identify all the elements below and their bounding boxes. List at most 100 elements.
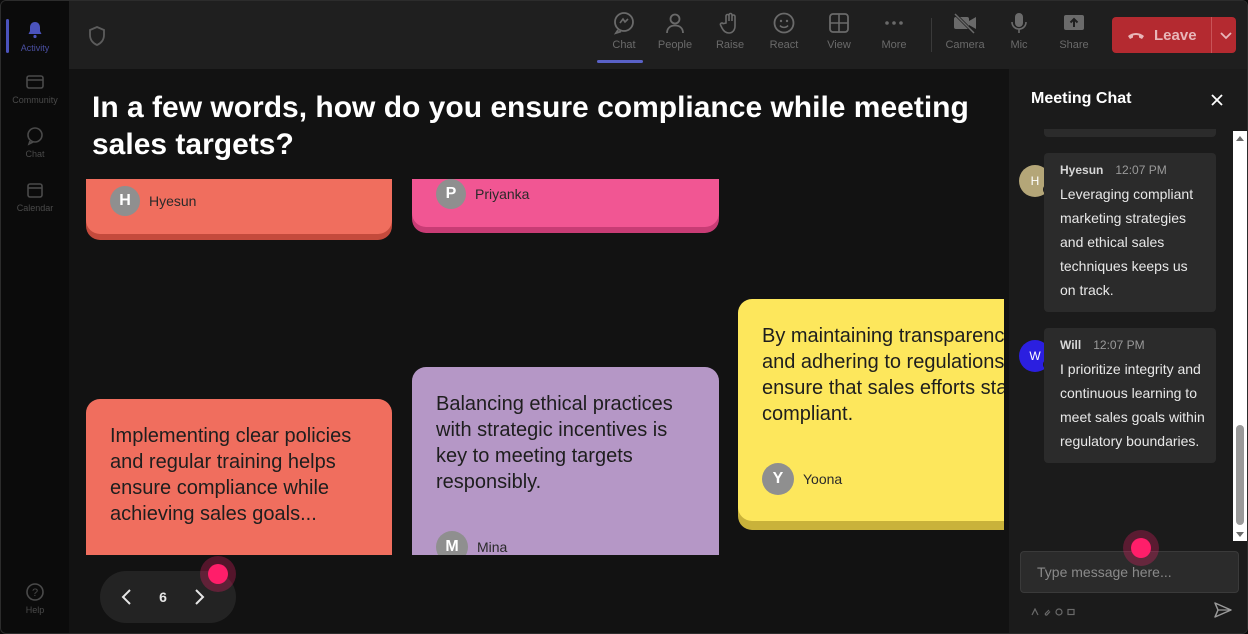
rail-item-community[interactable]: Community bbox=[1, 63, 69, 113]
toolbar-view-button[interactable]: View bbox=[812, 9, 866, 61]
answer-card[interactable]: Implementing clear policies and regular … bbox=[86, 399, 392, 555]
message-text: I prioritize integrity and continuous le… bbox=[1060, 361, 1205, 449]
rail-item-label: Activity bbox=[20, 43, 50, 53]
page-number: 6 bbox=[159, 589, 167, 605]
send-icon[interactable] bbox=[1213, 600, 1233, 620]
toolbar-label: Share bbox=[1059, 39, 1089, 51]
toolbar-mic-button[interactable]: Mic bbox=[992, 9, 1046, 61]
card-author: H Hyesun bbox=[110, 186, 196, 216]
chat-message: Will 12:07 PM I prioritize integrity and… bbox=[1044, 328, 1216, 463]
people-icon bbox=[662, 9, 688, 37]
rail-item-calendar[interactable]: Calendar bbox=[1, 171, 69, 221]
card-author: Y Yoona bbox=[762, 463, 842, 495]
left-rail: Activity Community Chat Calendar ? Help bbox=[1, 1, 69, 633]
emoji-icon[interactable] bbox=[1055, 603, 1063, 616]
meeting-window: Activity Community Chat Calendar ? Help bbox=[0, 0, 1248, 634]
grid-icon bbox=[826, 9, 852, 37]
hand-icon bbox=[717, 9, 743, 37]
toolbar-label: Mic bbox=[1010, 39, 1028, 51]
help-icon: ? bbox=[24, 581, 46, 603]
chevron-left-icon bbox=[121, 589, 131, 605]
message-time: 12:07 PM bbox=[1093, 338, 1145, 352]
calendar-icon bbox=[24, 179, 46, 201]
toolbar-chat-button[interactable]: Chat bbox=[597, 9, 651, 63]
leave-divider bbox=[1210, 17, 1212, 53]
chat-title: Meeting Chat bbox=[1031, 90, 1132, 107]
scroll-up-icon bbox=[1236, 136, 1244, 141]
card-text: Implementing clear policies and regular … bbox=[110, 425, 352, 525]
avatar: P bbox=[436, 179, 466, 209]
cursor-highlight bbox=[208, 564, 228, 584]
camera-off-icon bbox=[952, 9, 978, 37]
toolbar-react-button[interactable]: React bbox=[757, 9, 811, 61]
format-icon[interactable] bbox=[1031, 603, 1039, 616]
meeting-chat-panel: Meeting Chat H Hyesun 12:07 PM Leveragin… bbox=[1009, 69, 1247, 633]
leave-label: Leave bbox=[1154, 26, 1197, 44]
toolbar-label: React bbox=[769, 39, 799, 51]
rail-item-label: Community bbox=[12, 95, 58, 105]
toolbar-raise-button[interactable]: Raise bbox=[703, 9, 757, 61]
message-author: Hyesun bbox=[1060, 163, 1104, 177]
scrollbar-thumb[interactable] bbox=[1236, 425, 1244, 525]
leave-button[interactable]: Leave bbox=[1112, 17, 1236, 53]
bell-icon bbox=[24, 19, 46, 41]
message-meta: Hyesun 12:07 PM bbox=[1060, 163, 1206, 177]
card-author: M Mina bbox=[436, 531, 507, 555]
prev-page-button[interactable] bbox=[117, 587, 137, 607]
scroll-down-icon bbox=[1236, 532, 1244, 537]
gif-icon[interactable] bbox=[1067, 603, 1075, 616]
rail-item-chat[interactable]: Chat bbox=[1, 117, 69, 167]
smiley-icon bbox=[771, 9, 797, 37]
avatar: H bbox=[110, 186, 140, 216]
answer-card[interactable]: P Priyanka bbox=[412, 179, 719, 227]
shield-icon[interactable] bbox=[87, 25, 107, 47]
community-icon bbox=[24, 71, 46, 93]
rail-item-help[interactable]: ? Help bbox=[1, 573, 69, 623]
answer-card[interactable]: By maintaining transparency and adhering… bbox=[738, 299, 1004, 521]
avatar: M bbox=[436, 531, 468, 555]
next-page-button[interactable] bbox=[189, 587, 209, 607]
phone-hangup-icon bbox=[1126, 25, 1146, 45]
close-icon[interactable] bbox=[1208, 91, 1226, 109]
rail-item-label: Help bbox=[25, 605, 45, 615]
toolbar-label: Raise bbox=[715, 39, 745, 51]
attach-icon[interactable] bbox=[1043, 603, 1051, 616]
message-author: Will bbox=[1060, 338, 1082, 352]
chat-scrollbar[interactable] bbox=[1233, 131, 1247, 541]
chevron-down-icon[interactable] bbox=[1218, 27, 1234, 43]
rail-item-activity[interactable]: Activity bbox=[1, 11, 69, 61]
message-text: Leveraging compliant marketing strategie… bbox=[1060, 186, 1194, 298]
chat-message: Hyesun 12:07 PM Leveraging compliant mar… bbox=[1044, 153, 1216, 312]
answer-card[interactable]: Balancing ethical practices with strateg… bbox=[412, 367, 719, 555]
cursor-highlight bbox=[1131, 538, 1151, 558]
whiteboard-stage: In a few words, how do you ensure compli… bbox=[69, 69, 1009, 633]
toolbar-share-button[interactable]: Share bbox=[1047, 9, 1101, 61]
toolbar-label: People bbox=[657, 39, 693, 51]
toolbar-divider bbox=[931, 18, 932, 52]
message-meta: Will 12:07 PM bbox=[1060, 338, 1206, 352]
share-icon bbox=[1061, 9, 1087, 37]
toolbar-label: Camera bbox=[945, 39, 985, 51]
toolbar-more-button[interactable]: More bbox=[867, 9, 921, 61]
chat-message-input[interactable] bbox=[1020, 551, 1239, 593]
chat-messages: H Hyesun 12:07 PM Leveraging compliant m… bbox=[1009, 129, 1247, 543]
avatar: Y bbox=[762, 463, 794, 495]
author-name: Priyanka bbox=[475, 186, 530, 202]
card-text: By maintaining transparency and adhering… bbox=[762, 325, 1004, 425]
answer-board: H Hyesun P Priyanka By maintaining trans… bbox=[69, 179, 1004, 555]
answer-card[interactable]: H Hyesun bbox=[86, 179, 392, 234]
mic-icon bbox=[1006, 9, 1032, 37]
toolbar-label: More bbox=[881, 39, 907, 51]
meeting-toolbar: Chat People Raise React View More Camera… bbox=[69, 1, 1247, 69]
card-author: P Priyanka bbox=[436, 179, 529, 209]
format-toolbar bbox=[1031, 603, 1075, 616]
toolbar-camera-button[interactable]: Camera bbox=[938, 9, 992, 61]
previous-message-edge bbox=[1044, 129, 1216, 137]
ellipsis-icon bbox=[881, 9, 907, 37]
rail-item-label: Chat bbox=[25, 149, 45, 159]
card-text: Balancing ethical practices with strateg… bbox=[436, 393, 673, 493]
toolbar-people-button[interactable]: People bbox=[648, 9, 702, 61]
author-name: Yoona bbox=[803, 471, 843, 487]
question-title: In a few words, how do you ensure compli… bbox=[92, 91, 969, 161]
toolbar-label: Chat bbox=[612, 39, 636, 51]
